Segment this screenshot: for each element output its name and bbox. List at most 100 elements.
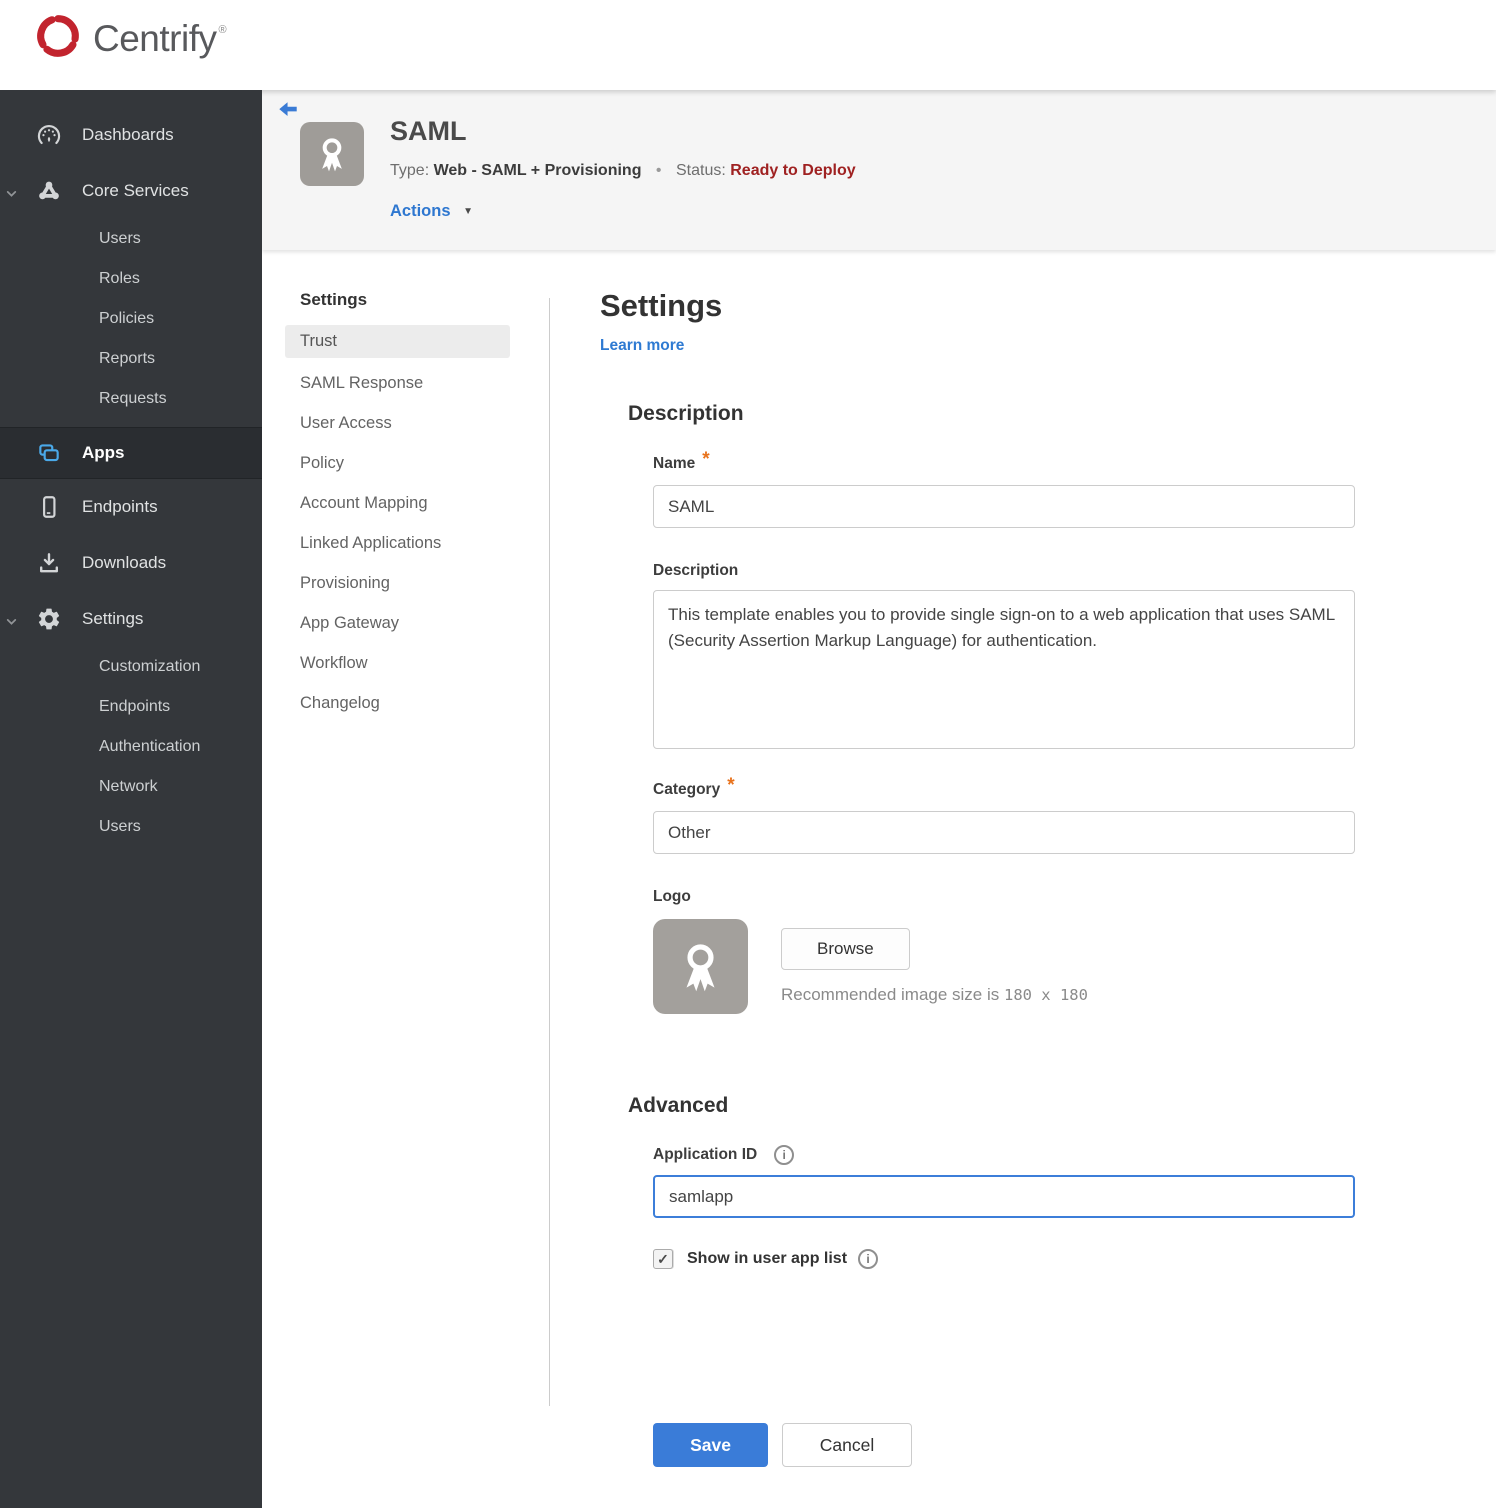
subnav-item-trust[interactable]: Trust xyxy=(285,325,510,358)
app-settings-nav: Settings Trust SAML Response User Access… xyxy=(285,290,520,723)
actions-label: Actions xyxy=(390,202,451,220)
sidebar-subitem-users[interactable]: Users xyxy=(0,807,262,847)
form-footer: Save Cancel xyxy=(653,1423,1380,1467)
description-form: Name * Description This template enables… xyxy=(653,449,1380,1014)
sidebar-subitem-policies[interactable]: Policies xyxy=(0,299,262,339)
name-label: Name xyxy=(653,455,696,472)
app-meta: Type: Web - SAML + Provisioning • Status… xyxy=(390,162,856,180)
category-field[interactable] xyxy=(653,811,1355,854)
sidebar-item-label: Dashboards xyxy=(82,125,174,144)
gear-icon xyxy=(36,606,62,632)
download-icon xyxy=(36,550,62,576)
sidebar-item-apps[interactable]: Apps xyxy=(0,427,262,479)
core-services-icon xyxy=(36,178,62,204)
cancel-button[interactable]: Cancel xyxy=(782,1423,912,1467)
brand-name: Centrify ® xyxy=(93,17,227,59)
app-logo-badge xyxy=(300,122,364,186)
ribbon-award-icon xyxy=(322,138,342,172)
ribbon-award-icon xyxy=(686,944,715,992)
meta-separator: • xyxy=(655,162,662,179)
application-id-label-row: Application ID i xyxy=(653,1145,1380,1165)
category-label-row: Category * xyxy=(653,775,1380,801)
phone-icon xyxy=(36,494,62,520)
sidebar-item-label: Endpoints xyxy=(82,497,158,516)
centrify-spiral-icon xyxy=(33,11,83,66)
logo-size-value: 180 x 180 xyxy=(1003,986,1088,1004)
sidebar-item-core-services[interactable]: Core Services xyxy=(0,163,262,219)
brand-logo: Centrify ® xyxy=(33,11,227,66)
subnav-item-linked-applications[interactable]: Linked Applications xyxy=(285,523,510,563)
sidebar-subitem-requests[interactable]: Requests xyxy=(0,379,262,419)
settings-content: Settings Learn more Description Name * D… xyxy=(600,288,1380,1467)
sidebar-item-label: Core Services xyxy=(82,181,189,200)
save-button[interactable]: Save xyxy=(653,1423,768,1467)
subnav-item-saml-response[interactable]: SAML Response xyxy=(285,363,510,403)
sidebar-subitem-authentication[interactable]: Authentication xyxy=(0,727,262,767)
browse-button[interactable]: Browse xyxy=(781,928,910,970)
description-label: Description xyxy=(653,562,739,579)
sidebar-subitem-users[interactable]: Users xyxy=(0,219,262,259)
logo-controls: Browse Recommended image size is 180 x 1… xyxy=(781,919,1088,1014)
sidebar-subitem-endpoints[interactable]: Endpoints xyxy=(0,687,262,727)
back-arrow-icon[interactable] xyxy=(277,99,301,123)
main-area: Settings Trust SAML Response User Access… xyxy=(262,250,1496,1508)
chevron-down-icon xyxy=(5,613,18,633)
advanced-section-heading: Advanced xyxy=(628,1094,729,1117)
subnav-item-changelog[interactable]: Changelog xyxy=(285,683,510,723)
subnav-item-workflow[interactable]: Workflow xyxy=(285,643,510,683)
learn-more-link[interactable]: Learn more xyxy=(600,337,684,355)
subnav-item-user-access[interactable]: User Access xyxy=(285,403,510,443)
actions-menu-button[interactable]: Actions ▼ xyxy=(390,202,473,221)
sidebar-subitem-network[interactable]: Network xyxy=(0,767,262,807)
advanced-form: Application ID i ✓ Show in user app list… xyxy=(653,1145,1380,1467)
show-in-app-list-label: Show in user app list xyxy=(687,1250,848,1267)
page-title: Settings xyxy=(600,288,723,323)
subnav-item-policy[interactable]: Policy xyxy=(285,443,510,483)
logo-row: Browse Recommended image size is 180 x 1… xyxy=(653,919,1380,1014)
gauge-icon xyxy=(36,122,62,148)
category-label: Category xyxy=(653,781,721,798)
name-label-row: Name * xyxy=(653,449,1380,475)
sidebar-subitem-roles[interactable]: Roles xyxy=(0,259,262,299)
type-label: Type: xyxy=(390,162,430,179)
sidebar-item-endpoints[interactable]: Endpoints xyxy=(0,479,262,535)
required-asterisk: * xyxy=(702,449,710,470)
info-icon[interactable]: i xyxy=(774,1145,795,1165)
logo-size-hint: Recommended image size is 180 x 180 xyxy=(781,985,1088,1004)
description-section-heading: Description xyxy=(628,402,744,425)
description-label-row: Description xyxy=(653,562,1380,580)
chevron-down-icon xyxy=(5,185,18,205)
status-value: Ready to Deploy xyxy=(730,162,856,179)
subnav-item-app-gateway[interactable]: App Gateway xyxy=(285,603,510,643)
sidebar-item-settings[interactable]: Settings xyxy=(0,591,262,647)
sidebar-item-dashboards[interactable]: Dashboards xyxy=(0,107,262,163)
name-field[interactable] xyxy=(653,485,1355,528)
app-logo-preview xyxy=(653,919,748,1014)
subnav-item-provisioning[interactable]: Provisioning xyxy=(285,563,510,603)
apps-icon xyxy=(36,440,62,466)
sidebar-item-label: Apps xyxy=(82,443,125,462)
sidebar-subitem-customization[interactable]: Customization xyxy=(0,647,262,687)
dropdown-arrow-icon: ▼ xyxy=(463,206,474,217)
checkmark-icon: ✓ xyxy=(657,1250,669,1267)
logo-label-row: Logo xyxy=(653,888,1380,906)
registered-mark: ® xyxy=(218,23,227,36)
info-icon[interactable]: i xyxy=(858,1249,879,1269)
show-in-app-list-row: ✓ Show in user app list i xyxy=(653,1249,1380,1269)
vertical-divider xyxy=(549,298,550,1406)
app-header: SAML Type: Web - SAML + Provisioning • S… xyxy=(262,90,1496,250)
description-field[interactable]: This template enables you to provide sin… xyxy=(653,590,1355,749)
top-bar: Centrify ® xyxy=(0,0,1496,90)
sidebar-item-downloads[interactable]: Downloads xyxy=(0,535,262,591)
subnav-item-account-mapping[interactable]: Account Mapping xyxy=(285,483,510,523)
required-asterisk: * xyxy=(727,775,735,796)
sidebar-subitem-reports[interactable]: Reports xyxy=(0,339,262,379)
app-title: SAML xyxy=(390,116,467,146)
sidebar: Dashboards Core Services Users Roles Pol… xyxy=(0,90,262,1508)
show-in-app-list-checkbox[interactable]: ✓ xyxy=(653,1249,673,1269)
sidebar-item-label: Downloads xyxy=(82,553,167,572)
status-label: Status: xyxy=(675,162,726,179)
sidebar-item-label: Settings xyxy=(82,609,144,628)
application-id-label: Application ID xyxy=(653,1146,758,1163)
application-id-field[interactable] xyxy=(653,1175,1355,1218)
